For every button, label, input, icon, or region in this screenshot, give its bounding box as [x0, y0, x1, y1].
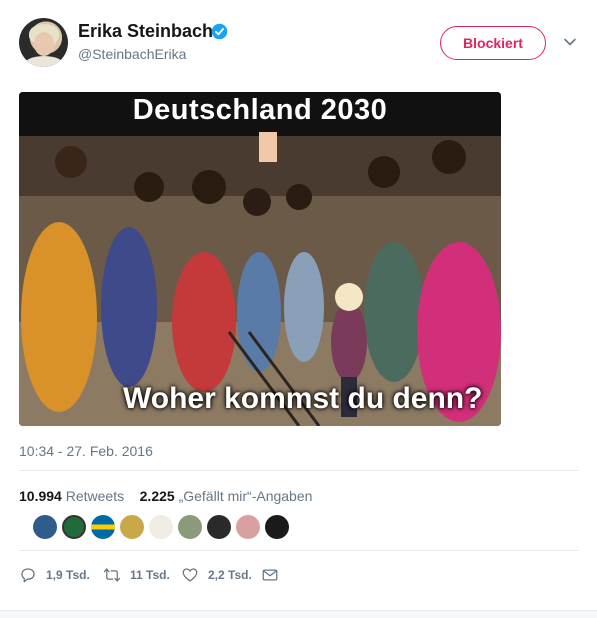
reply-button[interactable]: 1,9 Tsd. [19, 565, 90, 585]
image-top-text: Deutschland 2030 [132, 94, 388, 126]
blocked-button[interactable]: Blockiert [440, 26, 546, 60]
likes-count[interactable]: 2.225 [140, 488, 175, 504]
divider [19, 470, 579, 471]
engagement-stats: 10.994 Retweets 2.225 „Gefällt mir“-Anga… [19, 488, 312, 504]
author-handle[interactable]: @SteinbachErika [78, 46, 186, 62]
heart-icon [182, 568, 198, 582]
tweet: Erika Steinbach @SteinbachErika Blockier… [0, 0, 597, 618]
avatar[interactable] [19, 18, 68, 67]
tweet-actions: 1,9 Tsd. 11 Tsd. 2,2 Tsd. [19, 565, 319, 585]
envelope-icon [262, 569, 278, 581]
liker-avatar[interactable] [91, 515, 115, 539]
verified-badge-icon [211, 23, 228, 40]
reply-icon [21, 568, 35, 583]
retweets-count[interactable]: 10.994 [19, 488, 62, 504]
liker-avatar[interactable] [149, 515, 173, 539]
like-button[interactable]: 2,2 Tsd. [181, 565, 252, 585]
chevron-down-icon[interactable] [562, 34, 578, 50]
liker-avatar[interactable] [33, 515, 57, 539]
tweet-timestamp[interactable]: 10:34 - 27. Feb. 2016 [19, 443, 153, 459]
tweet-bottom-border [0, 610, 597, 618]
photo-illustration [19, 92, 501, 426]
retweet-icon [103, 568, 121, 582]
divider [19, 550, 579, 551]
retweet-count: 11 Tsd. [130, 568, 170, 582]
author-name[interactable]: Erika Steinbach [78, 21, 213, 42]
liker-avatar[interactable] [120, 515, 144, 539]
likes-label[interactable]: „Gefällt mir“-Angaben [179, 488, 313, 504]
liker-avatar[interactable] [207, 515, 231, 539]
liker-avatar[interactable] [178, 515, 202, 539]
retweet-button[interactable]: 11 Tsd. [103, 565, 170, 585]
retweets-label[interactable]: Retweets [66, 488, 124, 504]
liker-avatar[interactable] [236, 515, 260, 539]
message-button[interactable] [261, 565, 279, 585]
liker-avatar[interactable] [265, 515, 289, 539]
image-bottom-text: Woher kommst du denn? [123, 382, 483, 415]
liker-avatar[interactable] [62, 515, 86, 539]
reply-count: 1,9 Tsd. [46, 568, 90, 582]
like-count: 2,2 Tsd. [208, 568, 252, 582]
tweet-image[interactable]: Deutschland 2030 Woher kommst du denn? [19, 92, 501, 426]
